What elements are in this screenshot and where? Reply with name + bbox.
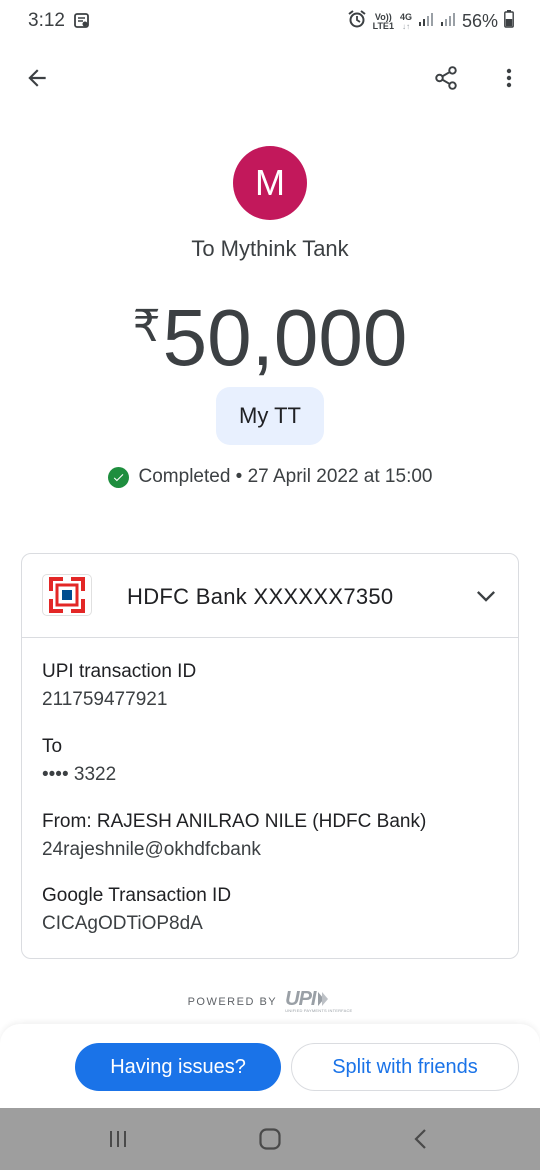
from-account: From: RAJESH ANILRAO NILE (HDFC Bank) 24… xyxy=(42,808,426,864)
back-button[interactable] xyxy=(15,56,59,100)
more-vert-icon xyxy=(506,68,512,88)
payee-avatar: M xyxy=(233,146,307,220)
upi-transaction-id: UPI transaction ID 211759477921 xyxy=(42,658,196,714)
status-bar: 3:12 Vo)) LTE1 4G ↓↑ 56% xyxy=(0,0,540,42)
check-circle-icon xyxy=(107,466,129,488)
share-button[interactable] xyxy=(424,56,468,100)
share-icon xyxy=(435,66,457,90)
split-with-friends-button[interactable]: Split with friends xyxy=(291,1043,519,1091)
detail-value[interactable]: 211759477921 xyxy=(42,686,196,714)
expand-button[interactable] xyxy=(466,576,506,616)
powered-by-upi: POWERED BY UPI UNIFIED PAYMENTS INTERFAC… xyxy=(0,988,540,1013)
back-nav-icon xyxy=(414,1129,426,1149)
chevron-down-icon xyxy=(477,591,495,602)
detail-label: From: RAJESH ANILRAO NILE (HDFC Bank) xyxy=(42,811,427,832)
detail-label: To xyxy=(42,736,63,757)
signal-icon xyxy=(440,11,456,32)
back-nav-button[interactable] xyxy=(391,1119,451,1159)
battery-icon xyxy=(504,10,514,33)
upi-tagline: UNIFIED PAYMENTS INTERFACE xyxy=(285,1008,353,1013)
app-bar xyxy=(0,48,540,108)
home-button[interactable] xyxy=(240,1119,300,1159)
battery-percent: 56% xyxy=(461,11,498,31)
to-account: To •••• 3322 xyxy=(42,733,116,789)
upi-logo-icon: UPI UNIFIED PAYMENTS INTERFACE xyxy=(285,988,353,1013)
currency-symbol: ₹ xyxy=(132,302,161,351)
message-icon xyxy=(74,13,89,33)
more-options-button[interactable] xyxy=(487,56,531,100)
4g-icon: 4G ↓↑ xyxy=(399,11,412,31)
bank-account-row[interactable]: HDFC Bank XXXXXX7350 xyxy=(22,554,518,638)
signal-icon xyxy=(418,11,434,32)
having-issues-button[interactable]: Having issues? xyxy=(75,1043,281,1091)
google-transaction-id: Google Transaction ID CICAgODTiOP8dA xyxy=(42,882,231,938)
recents-icon xyxy=(110,1131,126,1147)
amount-value: 50,000 xyxy=(162,293,408,382)
detail-label: Google Transaction ID xyxy=(42,885,232,906)
upi-logo-text: UPI xyxy=(285,988,316,1010)
transaction-status: Completed • 27 April 2022 at 15:00 xyxy=(0,466,540,488)
payment-amount: ₹50,000 xyxy=(0,282,540,383)
status-text: Completed • 27 April 2022 at 15:00 xyxy=(138,466,433,487)
arrow-left-icon xyxy=(28,69,46,87)
detail-label: UPI transaction ID xyxy=(42,661,197,682)
detail-value: •••• 3322 xyxy=(42,764,117,785)
transaction-details-card: HDFC Bank XXXXXX7350 UPI transaction ID … xyxy=(21,553,519,959)
detail-value[interactable]: CICAgODTiOP8dA xyxy=(42,910,231,938)
volte-icon: Vo)) LTE1 xyxy=(372,11,394,31)
recents-button[interactable] xyxy=(88,1119,148,1159)
payment-note: My TT xyxy=(216,387,324,445)
system-navigation-bar xyxy=(0,1108,540,1170)
status-time: 3:12 xyxy=(28,10,65,31)
home-icon xyxy=(259,1128,281,1150)
hdfc-logo-icon xyxy=(42,574,92,616)
powered-by-text: POWERED BY xyxy=(187,995,278,1008)
bottom-actions: Having issues? Split with friends xyxy=(0,1024,540,1108)
payee-name: To Mythink Tank xyxy=(191,236,349,261)
bank-account-name: HDFC Bank XXXXXX7350 xyxy=(127,584,394,609)
network-type-label: 4G xyxy=(399,11,412,22)
detail-value: 24rajeshnile@okhdfcbank xyxy=(42,839,261,860)
alarm-icon xyxy=(347,9,367,34)
